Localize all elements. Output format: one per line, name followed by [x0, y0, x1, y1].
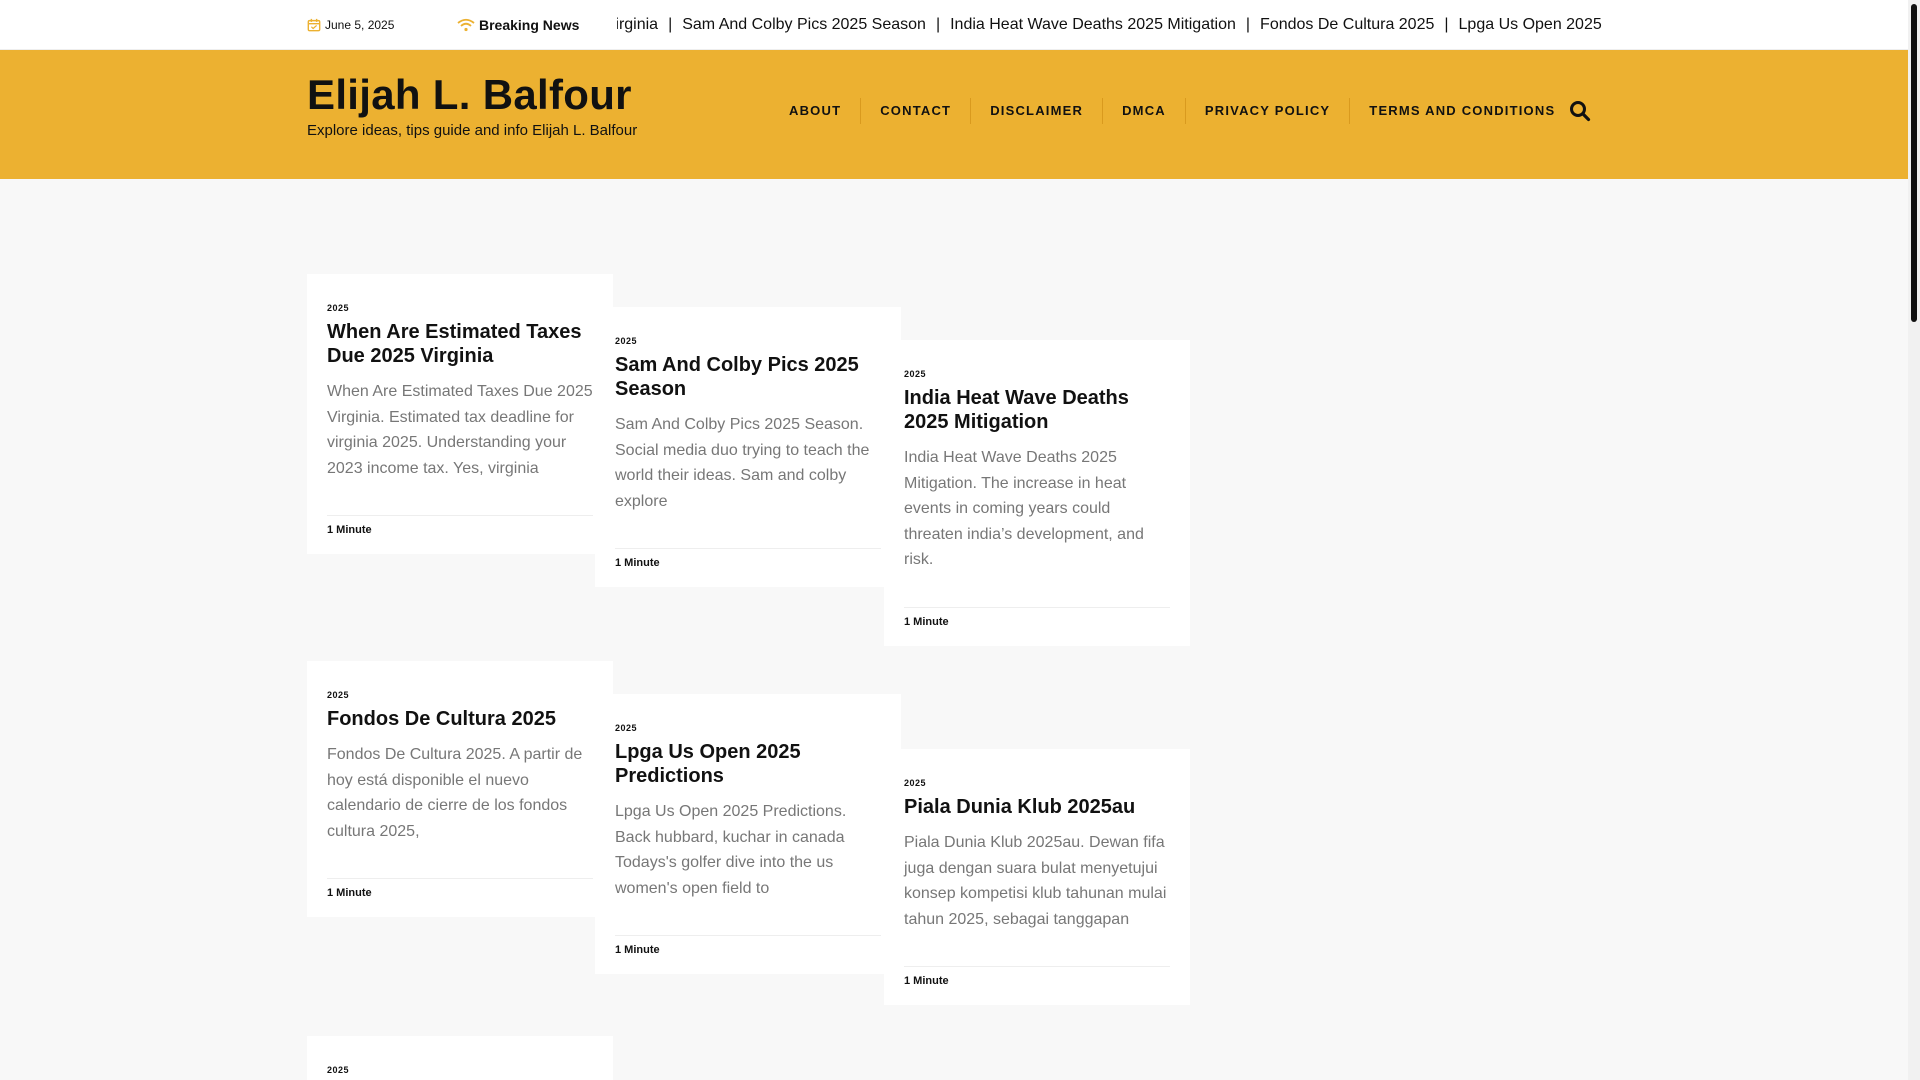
post-excerpt: Piala Dunia Klub 2025au. Dewan fifa juga… [904, 834, 1167, 928]
site-title[interactable]: Elijah L. Balfour [307, 71, 632, 119]
post-card: 2025 When Are Estimated Taxes Due 2025 V… [307, 274, 613, 554]
post-title[interactable]: When Are Estimated Taxes Due 2025 Virgin… [327, 320, 593, 368]
scrollbar-thumb[interactable] [1911, 4, 1917, 322]
main-nav: ABOUT CONTACT DISCLAIMER DMCA PRIVACY PO… [770, 98, 1574, 124]
post-title[interactable]: India Heat Wave Deaths 2025 Mitigation [904, 386, 1170, 434]
post-card: 2025 [307, 1036, 613, 1080]
post-read-time: 1 Minute [327, 887, 372, 899]
date-text: June 5, 2025 [325, 18, 395, 32]
nav-about[interactable]: ABOUT [770, 98, 862, 124]
post-excerpt: Lpga Us Open 2025 Predictions. Back hubb… [615, 803, 847, 897]
search-button[interactable] [1569, 100, 1591, 122]
nav-disclaimer[interactable]: DISCLAIMER [971, 98, 1104, 124]
post-title[interactable]: Fondos De Cultura 2025 [327, 707, 593, 731]
nav-dmca[interactable]: DMCA [1103, 98, 1186, 124]
site-header: Elijah L. Balfour Explore ideas, tips gu… [0, 50, 1908, 179]
post-card: 2025 Sam And Colby Pics 2025 Season Sam … [595, 307, 901, 587]
post-category[interactable]: 2025 [615, 336, 881, 346]
post-category[interactable]: 2025 [327, 1065, 593, 1075]
post-title[interactable]: Piala Dunia Klub 2025au [904, 795, 1170, 819]
post-category[interactable]: 2025 [904, 369, 1170, 379]
ticker-item[interactable]: India Heat Wave Deaths 2025 Mitigation [940, 16, 1246, 34]
breaking-news-label: Breaking News [457, 17, 617, 33]
post-category[interactable]: 2025 [327, 690, 593, 700]
post-title[interactable]: Sam And Colby Pics 2025 Season [615, 353, 881, 401]
news-ticker: Virginia| Sam And Colby Pics 2025 Season… [617, 14, 1603, 36]
wifi-icon [457, 18, 475, 32]
post-card: 2025 Piala Dunia Klub 2025au Piala Dunia… [884, 749, 1190, 1005]
ticker-item[interactable]: Fondos De Cultura 2025 [1250, 16, 1444, 34]
nav-contact[interactable]: CONTACT [861, 98, 972, 124]
post-category[interactable]: 2025 [904, 778, 1170, 788]
breaking-news-text: Breaking News [479, 17, 580, 33]
post-excerpt: Sam And Colby Pics 2025 Season. Social m… [615, 416, 870, 510]
post-grid: 2025 When Are Estimated Taxes Due 2025 V… [307, 274, 1192, 1080]
post-category[interactable]: 2025 [615, 723, 881, 733]
post-excerpt: Fondos De Cultura 2025. A partir de hoy … [327, 746, 583, 840]
site-tagline: Explore ideas, tips guide and info Elija… [307, 122, 638, 139]
post-read-time: 1 Minute [904, 615, 949, 628]
post-read-time: 1 Minute [327, 524, 372, 536]
post-card: 2025 Lpga Us Open 2025 Predictions Lpga … [595, 694, 901, 974]
ticker-item[interactable]: Sam And Colby Pics 2025 Season [672, 16, 936, 34]
post-excerpt: India Heat Wave Deaths 2025 Mitigation. … [904, 449, 1144, 568]
post-read-time: 1 Minute [615, 557, 660, 569]
post-title[interactable]: Lpga Us Open 2025 Predictions [615, 740, 881, 788]
nav-terms-and-conditions[interactable]: TERMS AND CONDITIONS [1350, 98, 1574, 124]
page-scrollbar[interactable] [1908, 0, 1920, 1080]
post-excerpt: When Are Estimated Taxes Due 2025 Virgin… [327, 383, 593, 477]
post-category[interactable]: 2025 [327, 303, 593, 313]
post-read-time: 1 Minute [615, 944, 660, 956]
top-bar: June 5, 2025 Breaking News Virginia| Sam… [0, 0, 1908, 50]
nav-privacy-policy[interactable]: PRIVACY POLICY [1186, 98, 1351, 124]
current-date: June 5, 2025 [307, 18, 457, 32]
search-icon [1570, 101, 1591, 122]
ticker-item[interactable]: Virginia [617, 16, 668, 34]
calendar-icon [307, 18, 321, 32]
post-card: 2025 Fondos De Cultura 2025 Fondos De Cu… [307, 661, 613, 917]
post-card: 2025 India Heat Wave Deaths 2025 Mitigat… [884, 340, 1190, 646]
ticker-item[interactable]: Lpga Us Open 2025 Predictions [1449, 16, 1603, 34]
post-read-time: 1 Minute [904, 975, 949, 987]
